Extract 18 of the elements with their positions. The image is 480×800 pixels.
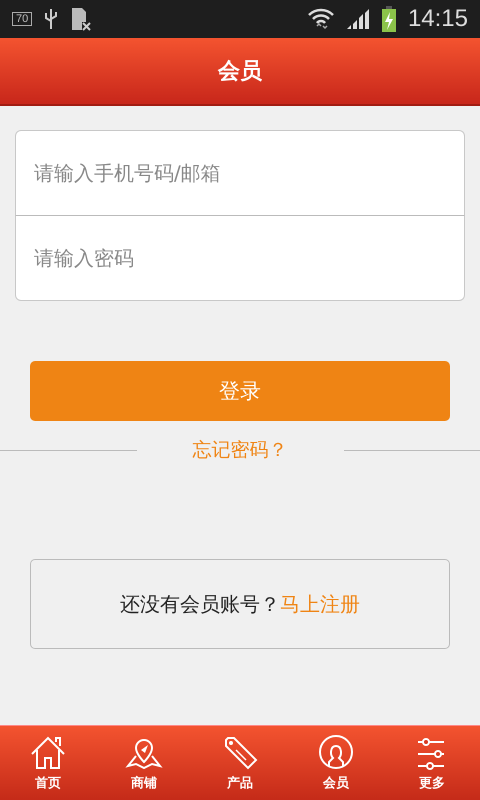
- wifi-icon: [308, 7, 334, 31]
- user-icon: [316, 734, 356, 772]
- usb-icon: [44, 7, 58, 31]
- tab-item[interactable]: 商铺: [96, 726, 192, 800]
- login-button[interactable]: 登录: [30, 361, 450, 421]
- password-field[interactable]: 请输入密码: [15, 216, 465, 301]
- register-prompt: 还没有会员账号？: [120, 590, 280, 618]
- clock: 14:15: [408, 5, 468, 33]
- tab-item[interactable]: 产品: [192, 726, 288, 800]
- signal-icon: [346, 8, 370, 30]
- battery-charging-icon: [382, 6, 396, 32]
- account-field[interactable]: 请输入手机号码/邮箱: [15, 130, 465, 216]
- page-title: 会员: [218, 58, 262, 86]
- tab-item[interactable]: 更多: [384, 726, 480, 800]
- sim-card-icon: [70, 7, 92, 31]
- battery-level-badge: 70: [12, 12, 32, 26]
- tab-item[interactable]: 首页: [0, 726, 96, 800]
- tab-item[interactable]: 会员: [288, 726, 384, 800]
